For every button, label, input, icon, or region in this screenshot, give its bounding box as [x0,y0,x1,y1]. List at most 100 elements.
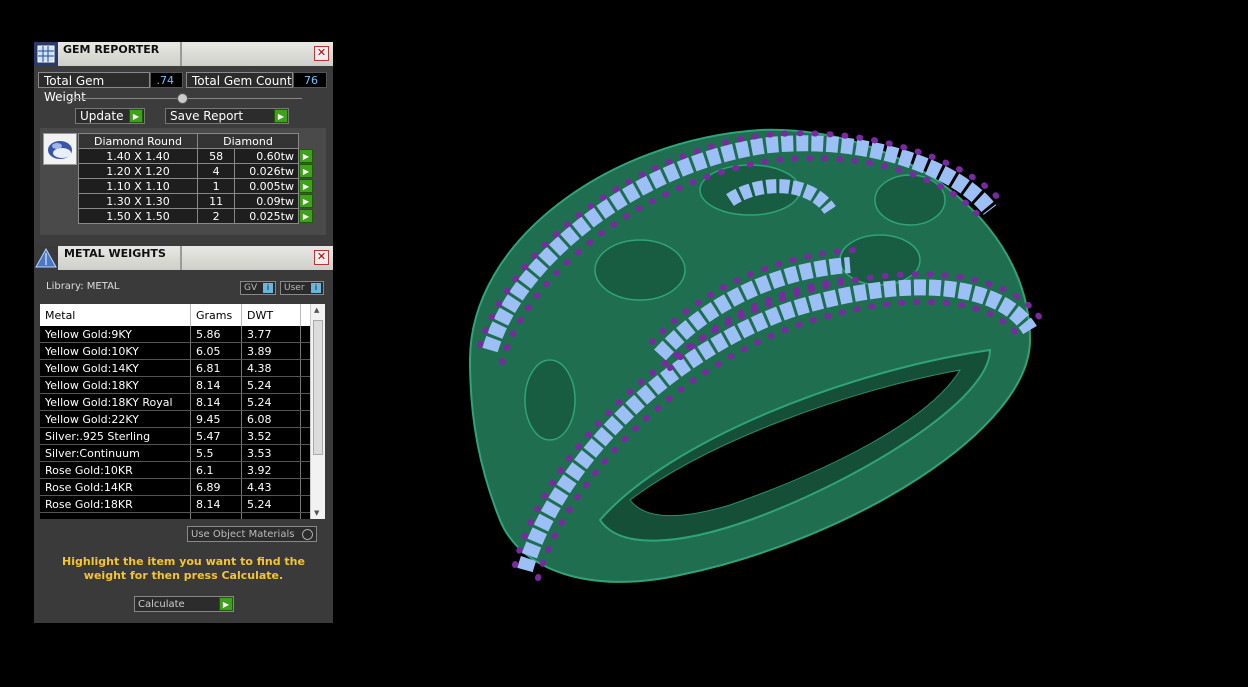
total-gem-count-value: 76 [293,72,327,88]
scroll-up-icon[interactable]: ▲ [314,306,319,314]
table-row[interactable]: Yellow Gold:22KY 9.45 6.08 [40,410,320,428]
play-arrow-icon[interactable]: ▶ [299,164,313,178]
gem-row[interactable]: 1.50 X 1.50 2 0.025tw ▶ [78,208,316,224]
play-arrow-icon[interactable]: ▶ [299,194,313,208]
gem-reporter-title: GEM REPORTER [63,43,160,56]
metal-name: Yellow Gold:14KY [40,359,191,377]
metal-grams: 6.89 [190,478,242,496]
scrollbar-thumb[interactable] [313,320,323,455]
metal-grams: 5.47 [190,427,242,445]
play-arrow-icon[interactable]: ▶ [299,209,313,223]
update-label: Update [80,109,124,123]
gem-header-shape: Diamond Round [78,133,198,149]
table-row[interactable]: Rose Gold:14KR 6.89 4.43 [40,478,320,496]
radio-icon[interactable] [302,529,313,540]
column-header-dwt[interactable]: DWT [241,304,301,326]
metal-dwt: 3.77 [241,326,301,343]
metal-grams: 6.81 [190,359,242,377]
metal-dwt: 3.89 [241,342,301,360]
gem-count: 11 [196,193,236,209]
table-row[interactable]: Silver:Continuum 5.5 3.53 [40,444,320,462]
gem-table: Diamond Round Diamond 1.40 X 1.40 58 0.6… [78,133,316,224]
metal-list[interactable]: Metal Grams DWT Yellow Gold:9KY 5.86 3.77 … [40,304,325,519]
play-arrow-icon[interactable]: ▶ [129,109,143,123]
gem-row[interactable]: 1.10 X 1.10 1 0.005tw ▶ [78,178,316,194]
metal-dwt: 3.52 [241,427,301,445]
metal-grams: 5.5 [190,444,242,462]
gem-header-type: Diamond [197,133,299,149]
play-arrow-icon[interactable]: ▶ [274,109,288,123]
gem-weight: 0.026tw [234,163,299,179]
scroll-down-icon[interactable]: ▼ [314,509,319,517]
play-arrow-icon[interactable]: ▶ [219,597,233,611]
gem-weight: 0.005tw [234,178,299,194]
metal-name: Yellow Gold:22KY [40,410,191,428]
table-row[interactable] [40,512,320,519]
report-grid-icon [34,42,58,66]
table-row[interactable]: Yellow Gold:10KY 6.05 3.89 [40,342,320,360]
calculate-label: Calculate [138,599,185,610]
gem-count: 4 [196,163,236,179]
save-report-button[interactable]: Save Report [165,108,289,124]
metal-name: Yellow Gold:9KY [40,326,191,343]
table-row[interactable]: Yellow Gold:18KY Royal 8.14 5.24 [40,393,320,411]
metal-grams: 6.1 [190,461,242,479]
table-row[interactable]: Rose Gold:18KR 8.14 5.24 [40,495,320,513]
metal-weights-title: METAL WEIGHTS [64,247,166,260]
gem-weight: 0.60tw [234,148,299,164]
gem-row[interactable]: 1.20 X 1.20 4 0.026tw ▶ [78,163,316,179]
metal-name: Yellow Gold:10KY [40,342,191,360]
gem-row[interactable]: 1.40 X 1.40 58 0.60tw ▶ [78,148,316,164]
gem-row[interactable]: 1.30 X 1.30 11 0.09tw ▶ [78,193,316,209]
diamond-round-icon[interactable] [43,133,77,165]
scrollbar[interactable]: ▲ ▼ [310,304,325,519]
gem-weight: 0.025tw [234,208,299,224]
column-header-grams[interactable]: Grams [190,304,242,326]
library-label: Library: METAL [46,281,120,292]
metal-name: Yellow Gold:18KY [40,376,191,394]
table-row[interactable]: Yellow Gold:9KY 5.86 3.77 [40,326,320,343]
metal-grams: 9.45 [190,410,242,428]
metal-grams: 5.86 [190,326,242,343]
close-icon[interactable]: ✕ [314,46,329,61]
total-gem-count-label: Total Gem Count [186,72,293,88]
play-arrow-icon[interactable]: ▶ [299,149,313,163]
info-icon: i [263,283,273,293]
close-icon[interactable]: ✕ [314,250,329,265]
gv-toggle[interactable]: GV i [240,281,276,295]
table-row[interactable]: Rose Gold:10KR 6.1 3.92 [40,461,320,479]
use-object-materials-toggle[interactable]: Use Object Materials [187,526,317,542]
user-label: User [284,283,305,293]
metal-grams: 8.14 [190,393,242,411]
gem-size: 1.20 X 1.20 [78,163,198,179]
metal-name: Yellow Gold:18KY Royal [40,393,191,411]
gv-label: GV [244,283,258,293]
gem-reporter-titlebar[interactable]: GEM REPORTER ✕ [34,42,333,66]
metal-grams: 8.14 [190,495,242,513]
metal-dwt: 6.08 [241,410,301,428]
gem-count: 1 [196,178,236,194]
total-gem-weight-label: Total Gem Weight [38,72,150,104]
table-row[interactable]: Silver:.925 Sterling 5.47 3.52 [40,427,320,445]
table-row[interactable]: Yellow Gold:14KY 6.81 4.38 [40,359,320,377]
metal-table: Metal Grams DWT Yellow Gold:9KY 5.86 3.77 … [40,304,320,519]
metal-dwt: 5.24 [241,495,301,513]
scale-icon [34,246,58,270]
save-report-label: Save Report [170,109,244,123]
column-header-metal[interactable]: Metal [40,304,191,326]
metal-dwt: 4.38 [241,359,301,377]
play-arrow-icon[interactable]: ▶ [299,179,313,193]
metal-name: Silver:Continuum [40,444,191,462]
ring-3d-viewport[interactable] [430,100,1060,600]
metal-dwt: 3.92 [241,461,301,479]
metal-grams: 8.14 [190,376,242,394]
table-row[interactable]: Yellow Gold:18KY 8.14 5.24 [40,376,320,394]
gem-weight: 0.09tw [234,193,299,209]
metal-dwt: 4.43 [241,478,301,496]
user-toggle[interactable]: User i [280,281,324,295]
gem-size: 1.50 X 1.50 [78,208,198,224]
titlebar-divider [180,42,182,66]
metal-weights-titlebar[interactable]: METAL WEIGHTS ✕ [34,246,333,270]
gem-size: 1.30 X 1.30 [78,193,198,209]
slider-handle[interactable] [177,93,188,104]
